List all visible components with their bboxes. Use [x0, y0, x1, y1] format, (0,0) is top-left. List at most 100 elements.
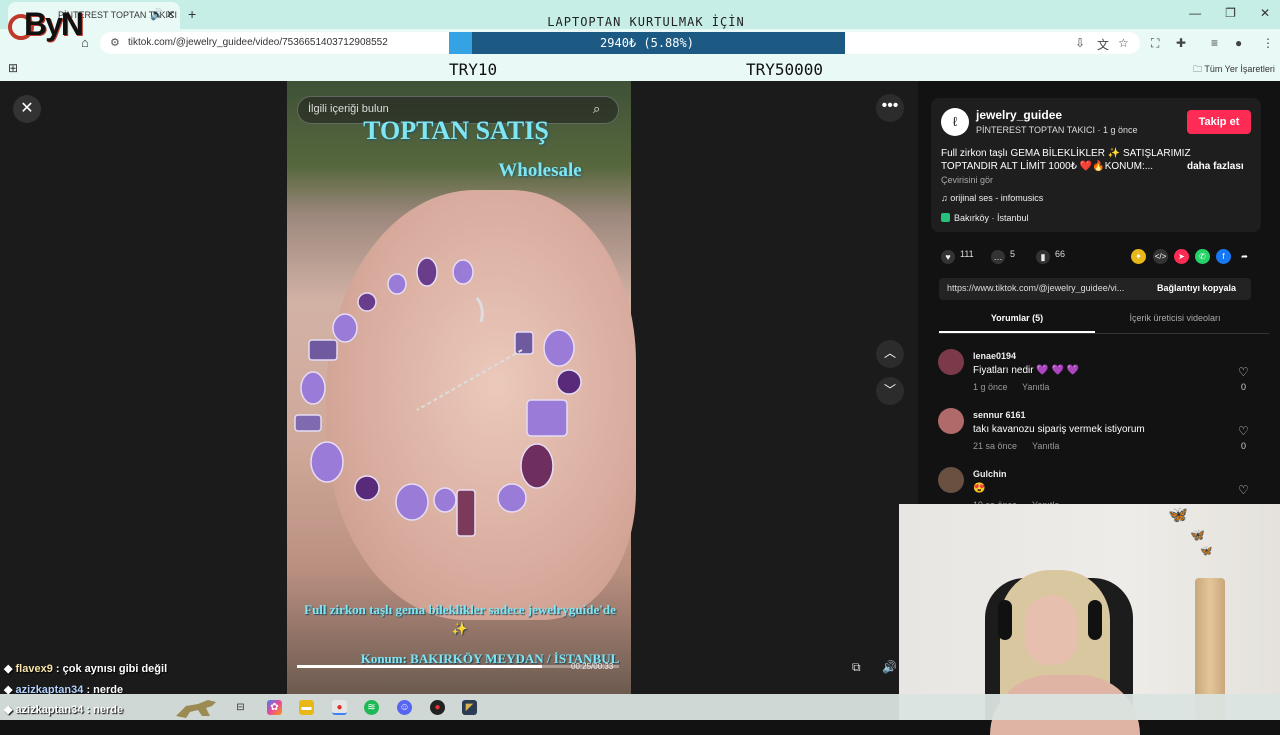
- music-label: orijinal ses - infomusics: [950, 193, 1044, 203]
- copilot-icon[interactable]: ✿: [267, 700, 282, 715]
- stream-logo: ByN: [4, 4, 94, 50]
- tab-creator-videos[interactable]: İçerik üreticisi videoları: [1097, 313, 1253, 323]
- coin-icon[interactable]: ✦: [1131, 249, 1146, 264]
- logo-text: ByN: [24, 6, 84, 42]
- extensions-icon[interactable]: ✚: [1176, 36, 1186, 50]
- creator-avatar[interactable]: ℓ: [941, 108, 969, 136]
- next-video-button[interactable]: ﹀: [876, 377, 904, 405]
- comment-time: 1 g önce: [973, 382, 1008, 392]
- chat-text: nerde: [93, 704, 124, 716]
- comment-like-count: 0: [1241, 382, 1247, 392]
- comment-avatar[interactable]: [938, 467, 964, 493]
- location-label: Bakırköy · İstanbul: [954, 213, 1029, 223]
- tab-comments[interactable]: Yorumlar (5): [939, 313, 1095, 323]
- dinosaur-decoration-icon: [176, 700, 216, 718]
- comment-text: 😍: [973, 483, 986, 494]
- butterfly-decoration-icon: 🦋: [1200, 546, 1213, 557]
- video-time: 00:25/00:33: [571, 662, 614, 671]
- heart-icon: ♥: [941, 250, 955, 264]
- site-info-icon[interactable]: ⚙: [110, 36, 120, 49]
- install-icon[interactable]: ⇩: [1075, 36, 1085, 50]
- facebook-icon[interactable]: f: [1216, 249, 1231, 264]
- volume-icon[interactable]: 🔊: [882, 660, 897, 674]
- whatsapp-icon[interactable]: ✆: [1195, 249, 1210, 264]
- video-progress-fill[interactable]: [297, 665, 542, 668]
- share-icon[interactable]: ➦: [1237, 249, 1252, 264]
- screenshot-icon[interactable]: ⛶: [1151, 36, 1159, 51]
- menu-icon[interactable]: ⋮: [1262, 36, 1274, 50]
- apps-grid-icon[interactable]: ⊞: [8, 61, 18, 75]
- video-caption-description: Full zirkon taşlı gema bileklikler sadec…: [304, 602, 616, 636]
- music-note-icon: ♫: [941, 193, 951, 203]
- comment-avatar[interactable]: [938, 349, 964, 375]
- url-text[interactable]: tiktok.com/@jewelry_guidee/video/7536651…: [128, 37, 388, 48]
- chat-message: ◆ azizkaptan34 : nerde: [4, 704, 124, 716]
- creator-subtitle: PİNTEREST TOPTAN TAKICI · 1 g önce: [976, 125, 1138, 135]
- webcam-person-face: [1025, 595, 1077, 665]
- video-caption-title: TOPTAN SATIŞ: [363, 116, 549, 145]
- follow-button[interactable]: Takip et: [1187, 110, 1251, 134]
- chat-username: azizkaptan34: [15, 704, 84, 716]
- creator-username[interactable]: jewelry_guidee: [976, 108, 1062, 122]
- video-caption-subtitle: Wholesale: [498, 160, 582, 181]
- reply-link[interactable]: Yanıtla: [1032, 441, 1059, 451]
- comment-avatar[interactable]: [938, 408, 964, 434]
- comment-username[interactable]: sennur 6161: [973, 410, 1026, 420]
- comment-username[interactable]: Gulchin: [973, 469, 1007, 479]
- media-icon[interactable]: ≡: [1211, 36, 1218, 50]
- chat-username: flavex9: [15, 663, 53, 675]
- profile-icon[interactable]: ●: [1235, 36, 1242, 50]
- task-view-icon[interactable]: ⊟: [233, 700, 248, 715]
- comment-count: 5: [1010, 249, 1016, 259]
- discord-icon[interactable]: ☺: [397, 700, 412, 715]
- bookmarks-folder[interactable]: 🗀 Tüm Yer İşaretleri: [1193, 62, 1275, 78]
- translate-icon[interactable]: 文: [1097, 36, 1109, 53]
- file-explorer-icon[interactable]: ▬: [299, 700, 314, 715]
- chat-badge-icon: ◆: [4, 663, 16, 675]
- active-tab-indicator: [939, 331, 1095, 333]
- butterfly-decoration-icon: 🦋: [1168, 507, 1188, 524]
- butterfly-decoration-icon: 🦋: [1190, 528, 1205, 542]
- save-stat[interactable]: ▮ 66: [1036, 249, 1065, 264]
- search-icon[interactable]: ⌕: [593, 101, 600, 117]
- like-count: 111: [960, 249, 974, 259]
- bookmarks-bar: [0, 57, 1280, 81]
- see-translation-link[interactable]: Çevirisini gör: [941, 175, 993, 185]
- save-count: 66: [1055, 249, 1066, 259]
- post-link[interactable]: https://www.tiktok.com/@jewelry_guidee/v…: [947, 283, 1143, 293]
- pip-icon[interactable]: ⧉: [852, 660, 861, 675]
- embed-icon[interactable]: </>: [1153, 249, 1168, 264]
- comment-heart-icon[interactable]: ♡: [1238, 365, 1249, 379]
- reply-link[interactable]: Yanıtla: [1022, 382, 1049, 392]
- music-link[interactable]: ♫ orijinal ses - infomusics: [941, 193, 1043, 203]
- donation-min: TRY10: [449, 60, 498, 79]
- chrome-icon[interactable]: ●: [332, 700, 347, 715]
- send-icon[interactable]: ➤: [1174, 249, 1189, 264]
- close-player-button[interactable]: ✕: [13, 95, 41, 123]
- bookmark-icon: ▮: [1036, 250, 1050, 264]
- chat-text: çok aynısı gibi değil: [62, 663, 168, 675]
- league-client-icon[interactable]: ◤: [462, 700, 477, 715]
- location-pin-icon: [941, 213, 950, 222]
- goal-progress-text: 2940₺ (5.88%): [600, 36, 694, 50]
- video-search-placeholder[interactable]: İlgili içeriği bulun: [308, 103, 389, 115]
- more-text-link[interactable]: daha fazlası: [1187, 161, 1244, 172]
- obs-icon[interactable]: ●: [430, 700, 445, 715]
- location-link[interactable]: Bakırköy · İstanbul: [941, 213, 1029, 223]
- comment-heart-icon[interactable]: ♡: [1238, 483, 1249, 497]
- star-icon[interactable]: ☆: [1118, 36, 1129, 50]
- goal-title: LAPTOPTAN KURTULMAK İÇİN: [547, 15, 745, 29]
- comment-heart-icon[interactable]: ♡: [1238, 424, 1249, 438]
- comment-username[interactable]: lenae0194: [973, 351, 1016, 361]
- comment-text: Fiyatları nedir 💜 💜 💜: [973, 365, 1080, 376]
- comment-like-count: 0: [1241, 441, 1247, 451]
- more-options-button[interactable]: •••: [876, 94, 904, 122]
- comment-text: takı kavanozu sipariş vermek istiyorum: [973, 424, 1145, 435]
- headset-icon: [998, 600, 1012, 640]
- headset-icon: [1088, 600, 1102, 640]
- like-stat[interactable]: ♥ 111: [941, 249, 974, 264]
- spotify-icon[interactable]: ≋: [364, 700, 379, 715]
- copy-link-button[interactable]: Bağlantıyı kopyala: [1157, 283, 1236, 293]
- previous-video-button[interactable]: ︿: [876, 340, 904, 368]
- comment-stat[interactable]: … 5: [991, 249, 1015, 264]
